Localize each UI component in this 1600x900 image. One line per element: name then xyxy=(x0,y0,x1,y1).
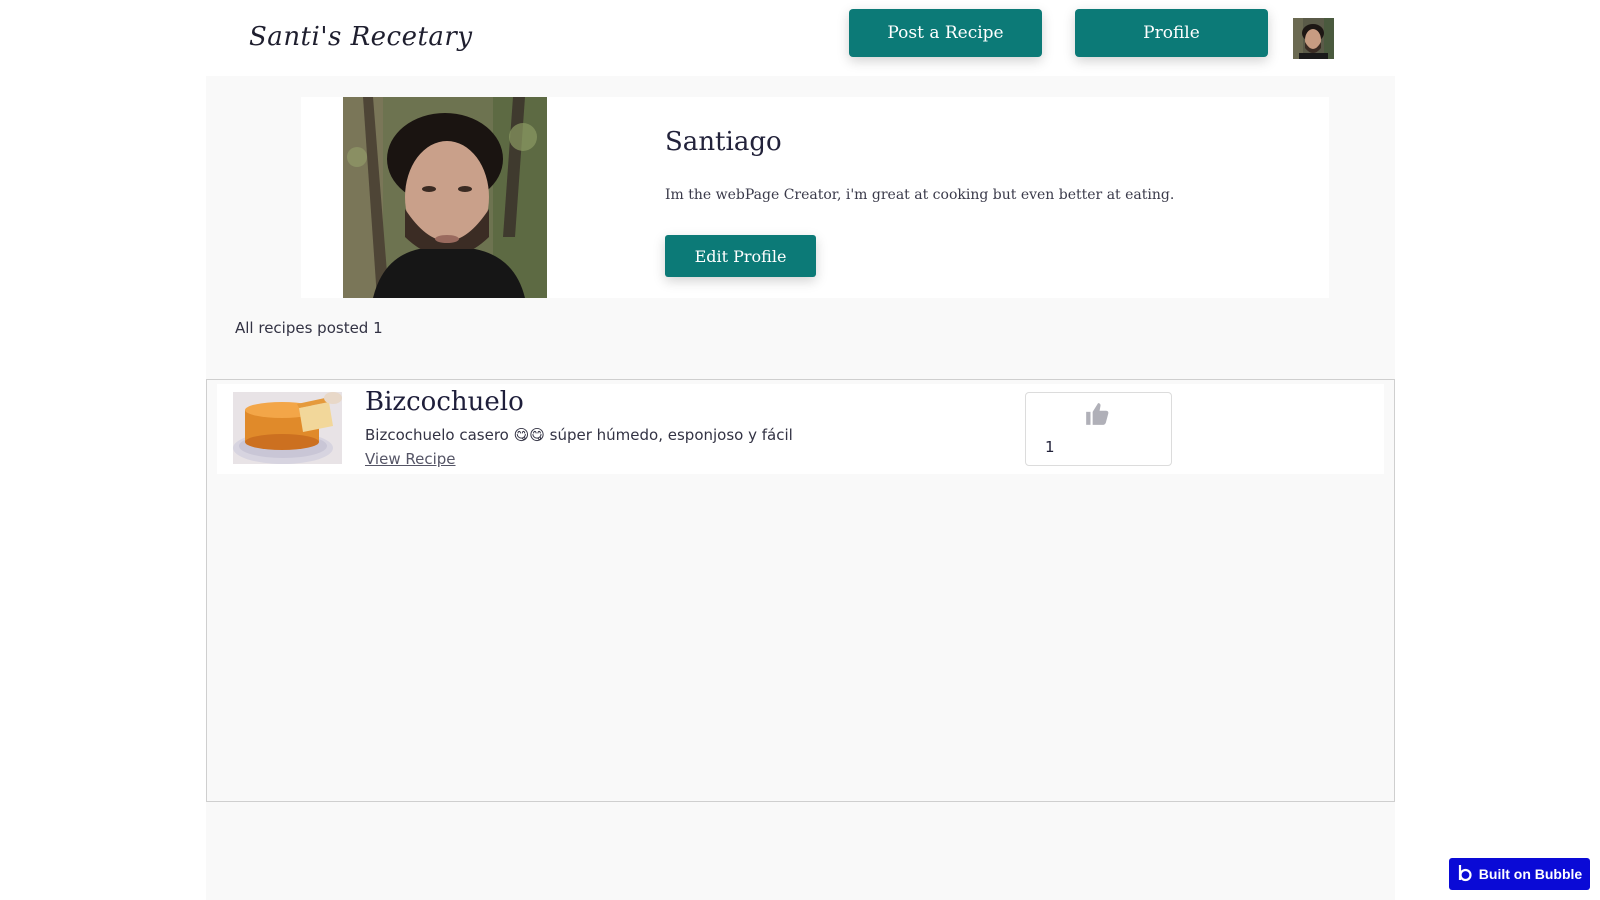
recipe-title: Bizcochuelo xyxy=(365,387,524,417)
view-recipe-link[interactable]: View Recipe xyxy=(365,450,456,468)
like-count: 1 xyxy=(1045,438,1055,456)
bubble-logo-icon xyxy=(1457,864,1473,885)
badge-label: Built on Bubble xyxy=(1478,866,1583,882)
like-box: 1 xyxy=(1025,392,1172,466)
brand-logo[interactable]: Santi's Recetary xyxy=(249,22,473,52)
recipe-thumbnail[interactable] xyxy=(233,392,342,464)
profile-photo xyxy=(343,97,547,298)
main-content: Santiago Im the webPage Creator, i'm gre… xyxy=(206,76,1395,900)
header-avatar[interactable] xyxy=(1293,18,1334,59)
recipes-list: Bizcochuelo Bizcochuelo casero 😋😋 súper … xyxy=(206,379,1395,802)
recipe-description: Bizcochuelo casero 😋😋 súper húmedo, espo… xyxy=(365,426,793,444)
edit-profile-button[interactable]: Edit Profile xyxy=(665,235,816,277)
recipes-count-label: All recipes posted 1 xyxy=(235,319,383,337)
profile-button[interactable]: Profile xyxy=(1075,9,1268,57)
built-on-bubble-badge[interactable]: Built on Bubble xyxy=(1449,858,1590,890)
profile-card: Santiago Im the webPage Creator, i'm gre… xyxy=(301,97,1329,298)
recipe-row: Bizcochuelo Bizcochuelo casero 😋😋 súper … xyxy=(217,384,1384,474)
thumbs-up-icon[interactable] xyxy=(1084,401,1110,431)
post-recipe-button[interactable]: Post a Recipe xyxy=(849,9,1042,57)
profile-bio: Im the webPage Creator, i'm great at coo… xyxy=(665,187,1175,203)
profile-name: Santiago xyxy=(665,127,782,157)
